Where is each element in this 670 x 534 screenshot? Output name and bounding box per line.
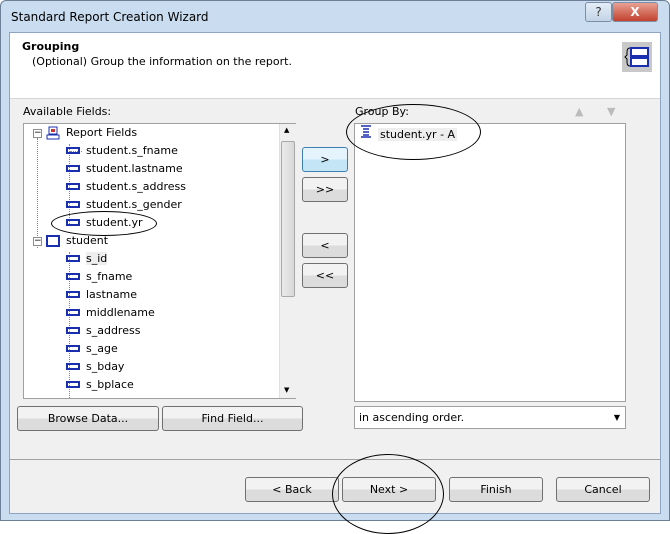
finish-button[interactable]: Finish: [449, 477, 543, 502]
annotation-ellipse: [332, 454, 444, 534]
add-all-button[interactable]: >>: [302, 177, 348, 202]
tree-item[interactable]: s_bday: [54, 358, 124, 376]
sort-order-value: in ascending order.: [359, 411, 465, 424]
grouping-icon: [622, 42, 652, 72]
window-title: Standard Report Creation Wizard: [11, 10, 209, 24]
tree-item[interactable]: student.s_address: [54, 178, 186, 196]
vertical-scrollbar[interactable]: ▲ ▼: [279, 124, 296, 398]
chevron-down-icon: ▼: [613, 413, 620, 422]
tree-item[interactable]: lastname: [54, 286, 137, 304]
field-icon: [66, 308, 80, 316]
tree-item[interactable]: s_id: [54, 250, 108, 268]
available-fields-label: Available Fields:: [23, 105, 112, 118]
tree-item[interactable]: s_bplace: [54, 376, 134, 394]
browse-data-button[interactable]: Browse Data...: [17, 406, 159, 431]
tree-item-label: student.s_gender: [86, 198, 182, 211]
field-icon: [66, 272, 80, 280]
divider: [10, 459, 660, 460]
field-icon: [66, 362, 80, 370]
wizard-body: Grouping (Optional) Group the informatio…: [9, 32, 661, 514]
add-field-button[interactable]: >: [302, 147, 348, 172]
table-icon: [46, 235, 60, 247]
tree-group-report-fields[interactable]: Report Fields: [46, 124, 137, 142]
annotation-ellipse: [346, 104, 481, 160]
tree-item-label: s_id: [86, 252, 108, 265]
tree-item[interactable]: student.lastname: [54, 160, 183, 178]
collapse-icon[interactable]: −: [33, 129, 42, 138]
tree-item-label: s_fname: [86, 270, 133, 283]
wizard-header: Grouping (Optional) Group the informatio…: [10, 33, 660, 99]
field-icon: [66, 146, 80, 154]
tree-item[interactable]: s_age: [54, 340, 118, 358]
remove-all-button[interactable]: <<: [302, 263, 348, 288]
tree-item[interactable]: s_fname: [54, 268, 132, 286]
collapse-icon[interactable]: −: [33, 237, 42, 246]
tree-item[interactable]: student.s_fname: [54, 142, 178, 160]
available-fields-tree[interactable]: − Report Fields student.s_fname student.…: [23, 123, 296, 399]
tree-item-label: student.s_fname: [86, 144, 178, 157]
field-icon: [66, 344, 80, 352]
annotation-ellipse: [51, 211, 157, 236]
remove-field-button[interactable]: <: [302, 233, 348, 258]
close-button[interactable]: X: [612, 2, 658, 22]
help-button[interactable]: ?: [585, 2, 612, 22]
tree-item-label: s_bplace: [86, 378, 134, 391]
field-icon: [66, 380, 80, 388]
tree-group-label: Report Fields: [66, 126, 138, 139]
tree-item[interactable]: middlename: [54, 304, 155, 322]
scrollbar-thumb[interactable]: [281, 141, 295, 297]
move-down-icon[interactable]: ▼: [607, 105, 615, 118]
field-icon: [66, 254, 80, 262]
tree-item[interactable]: s_address: [54, 322, 140, 340]
page-subtitle: (Optional) Group the information on the …: [32, 55, 292, 68]
tree-item-label: student.s_address: [86, 180, 186, 193]
cancel-button[interactable]: Cancel: [556, 477, 650, 502]
group-by-list[interactable]: student.yr - A: [354, 123, 626, 402]
page-title: Grouping: [22, 40, 80, 53]
tree-item-label: s_age: [86, 342, 118, 355]
report-fields-icon: [46, 126, 60, 140]
tree-item-label: middlename: [86, 306, 155, 319]
wizard-window: Standard Report Creation Wizard ? X Grou…: [0, 0, 670, 521]
tree-item-label: lastname: [86, 288, 138, 301]
field-icon: [66, 200, 80, 208]
tree-item-label: s_address: [86, 324, 141, 337]
sort-order-select[interactable]: in ascending order. ▼: [354, 406, 626, 429]
find-field-button[interactable]: Find Field...: [162, 406, 303, 431]
field-icon: [66, 164, 80, 172]
field-icon: [66, 182, 80, 190]
title-bar: Standard Report Creation Wizard ? X: [1, 1, 669, 33]
field-icon: [66, 290, 80, 298]
scroll-up-icon[interactable]: ▲: [284, 126, 289, 134]
back-button[interactable]: < Back: [245, 477, 339, 502]
field-icon: [66, 326, 80, 334]
tree-item-label: s_bday: [86, 360, 125, 373]
move-up-icon[interactable]: ▲: [575, 105, 583, 118]
tree-item-label: student.lastname: [86, 162, 183, 175]
scroll-down-icon[interactable]: ▼: [284, 386, 289, 394]
